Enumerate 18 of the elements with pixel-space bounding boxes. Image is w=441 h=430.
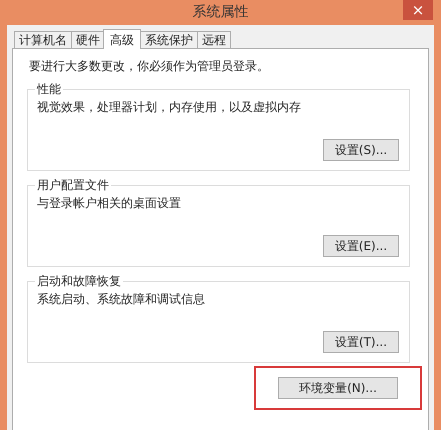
close-button[interactable]: × xyxy=(403,0,433,20)
group-description: 系统启动、系统故障和调试信息 xyxy=(37,291,206,307)
group-title: 性能 xyxy=(35,81,63,97)
group-title: 启动和故障恢复 xyxy=(35,273,123,289)
group-title: 用户配置文件 xyxy=(35,177,111,193)
window-title: 系统属性 xyxy=(192,3,248,22)
group-description: 视觉效果，处理器计划，内存使用，以及虚拟内存 xyxy=(37,99,302,115)
settings-button[interactable]: 设置(E)... xyxy=(323,235,399,257)
environment-variables-button[interactable]: 环境变量(N)... xyxy=(278,377,398,399)
admin-notice: 要进行大多数更改，你必须作为管理员登录。 xyxy=(28,58,270,75)
tab[interactable]: 计算机名 xyxy=(14,31,72,48)
tab[interactable]: 远程 xyxy=(197,31,231,48)
tab[interactable]: 硬件 xyxy=(71,31,105,48)
tab[interactable]: 系统保护 xyxy=(140,31,198,48)
group-description: 与登录帐户相关的桌面设置 xyxy=(37,195,182,211)
settings-button[interactable]: 设置(T)... xyxy=(323,331,399,353)
tab[interactable]: 高级 xyxy=(103,29,141,49)
settings-button[interactable]: 设置(S)... xyxy=(323,139,399,161)
